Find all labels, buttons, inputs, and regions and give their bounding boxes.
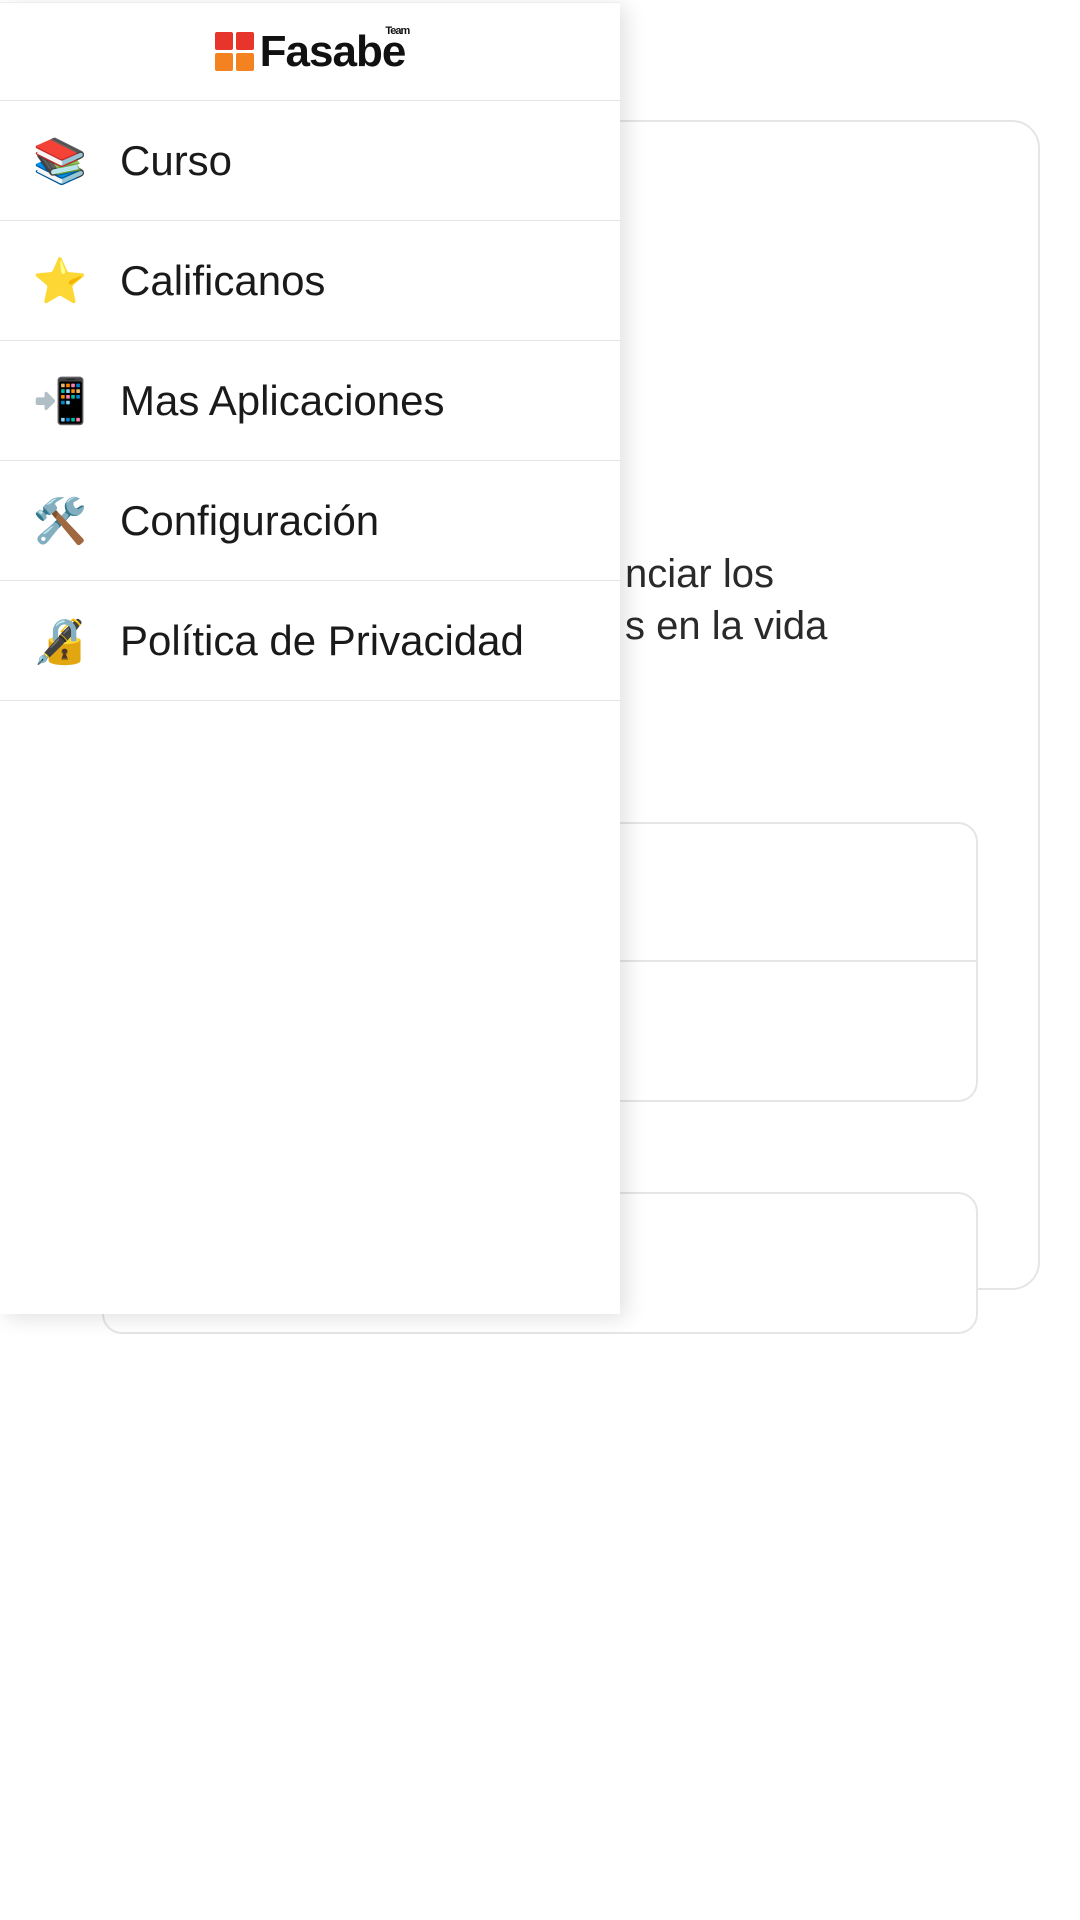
menu-item-privacidad[interactable]: 🔏 Política de Privacidad [0, 581, 620, 701]
books-icon: 📚 [36, 137, 84, 185]
menu-item-label: Política de Privacidad [120, 617, 524, 665]
side-drawer: Fasabe Team 📚 Curso ⭐ Calificanos 📲 Mas … [0, 2, 620, 1314]
phone-app-icon: 📲 [36, 377, 84, 425]
menu-item-configuracion[interactable]: 🛠️ Configuración [0, 461, 620, 581]
menu-item-label: Calificanos [120, 257, 325, 305]
menu-item-calificanos[interactable]: ⭐ Calificanos [0, 221, 620, 341]
menu-item-label: Configuración [120, 497, 379, 545]
logo-brand-text: Fasabe Team [260, 27, 406, 77]
tools-icon: 🛠️ [36, 497, 84, 545]
menu-item-label: Mas Aplicaciones [120, 377, 445, 425]
menu-item-mas-aplicaciones[interactable]: 📲 Mas Aplicaciones [0, 341, 620, 461]
drawer-header: Fasabe Team [0, 3, 620, 101]
logo-tagline: Team [385, 25, 409, 37]
menu-item-label: Curso [120, 137, 232, 185]
background-text: nciar los s en la vida [625, 548, 827, 652]
lock-pen-icon: 🔏 [36, 617, 84, 665]
app-logo: Fasabe Team [215, 27, 406, 77]
logo-squares-icon [215, 32, 254, 71]
menu-item-curso[interactable]: 📚 Curso [0, 101, 620, 221]
star-icon: ⭐ [36, 257, 84, 305]
